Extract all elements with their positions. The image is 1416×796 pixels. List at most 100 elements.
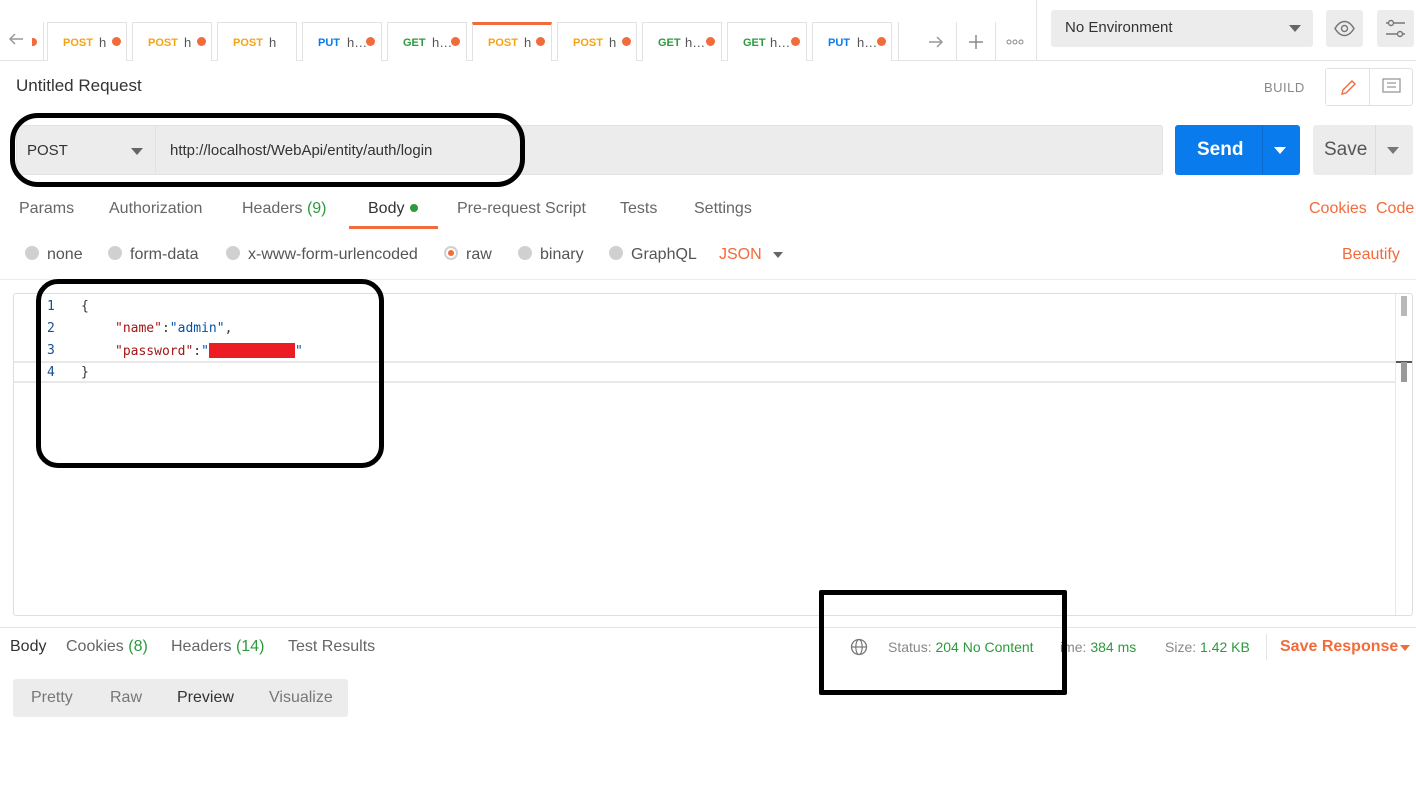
arrow-right-icon [929,36,944,48]
unsaved-dot-icon [112,37,121,46]
save-response-button[interactable]: Save Response [1280,638,1410,656]
view-pretty[interactable]: Pretty [31,689,73,707]
request-tab[interactable]: GET h… [727,22,807,61]
response-divider [0,627,1416,628]
response-tab-test-results[interactable]: Test Results [288,638,375,656]
body-type-binary-label: binary [540,246,584,263]
tab-url: h… [770,35,791,50]
request-tab-active[interactable]: POST h [472,22,552,61]
body-format-select[interactable]: JSON [719,246,783,264]
comments-button[interactable] [1370,69,1413,105]
response-tab-cookies[interactable]: Cookies (8) [66,638,148,656]
view-preview[interactable]: Preview [177,689,234,707]
send-divider [1262,125,1263,175]
body-type-graphql[interactable]: GraphQL [609,246,697,264]
send-button[interactable]: Send [1175,125,1300,175]
tab-method: GET [403,37,426,49]
response-tab-headers-label: Headers [171,638,232,655]
time-value[interactable]: 384 ms [1090,639,1136,655]
scrollbar-thumb[interactable] [1401,296,1407,316]
request-tab[interactable]: GET h… [387,22,467,61]
active-tab-underline [349,226,438,229]
manage-environments-button[interactable] [1377,10,1414,47]
unsaved-dot-icon [451,37,460,46]
save-options-chevron-icon[interactable] [1387,147,1399,154]
unsaved-dot-icon [32,38,37,46]
request-tab[interactable]: POST h [557,22,637,61]
sliders-icon [1386,19,1405,38]
beautify-link[interactable]: Beautify [1342,246,1400,264]
tab-prerequest-script[interactable]: Pre-request Script [457,200,586,218]
tab-method: GET [658,37,681,49]
save-button[interactable]: Save [1313,125,1413,175]
request-tab[interactable]: PUT h… [302,22,382,61]
radio-icon [518,246,532,260]
body-type-graphql-label: GraphQL [631,246,697,263]
save-label: Save [1324,139,1368,160]
body-type-raw[interactable]: raw [444,246,492,264]
chevron-down-icon [773,252,783,258]
tab-authorization[interactable]: Authorization [109,200,202,218]
tab-body[interactable]: Body [368,200,419,218]
tab-url: h [524,35,532,50]
send-options-chevron-icon[interactable] [1274,147,1286,154]
tab-url: h [609,35,617,50]
unsaved-dot-icon [622,37,631,46]
response-time: ime: 384 ms [1060,639,1136,655]
save-divider [1375,125,1376,175]
body-type-urlencoded-label: x-www-form-urlencoded [248,246,418,263]
editor-scrollbar[interactable] [1395,294,1412,615]
tab-method: PUT [318,37,340,49]
build-mode-button[interactable] [1326,69,1370,105]
unsaved-dot-icon [791,37,800,46]
save-response-label: Save Response [1280,638,1399,655]
tab-url: h [99,35,107,50]
tab-url: h… [857,35,878,50]
response-tab-headers[interactable]: Headers (14) [171,638,264,656]
code-link[interactable]: Code [1376,200,1414,218]
tab-settings[interactable]: Settings [694,200,752,218]
environment-select[interactable]: No Environment [1051,10,1313,47]
body-type-urlencoded[interactable]: x-www-form-urlencoded [226,246,418,264]
tab-options-button[interactable] [995,22,1033,61]
tab-url: h [184,35,192,50]
tab-headers-count: (9) [306,200,327,217]
request-tab[interactable]: POST h [47,22,127,61]
eye-icon [1334,20,1355,37]
chevron-down-icon [1400,645,1410,651]
request-tab[interactable]: POST h [217,22,297,61]
annotation-box-url [10,113,525,187]
unsaved-dot-icon [877,37,886,46]
tab-scroll-left-icon[interactable] [8,30,24,51]
tab-scroll-right-button[interactable] [918,22,954,61]
cookies-link[interactable]: Cookies [1309,200,1367,218]
new-tab-button[interactable] [956,22,995,61]
request-tab-bar: POST h POST h POST h PUT h… GET h… POST … [0,0,1036,61]
size-value[interactable]: 1.42 KB [1200,639,1250,655]
body-type-form-data[interactable]: form-data [108,246,198,264]
body-type-none[interactable]: none [25,246,83,264]
request-title[interactable]: Untitled Request [16,76,142,96]
size-label: Size: [1165,639,1197,655]
request-tab[interactable]: GET h… [642,22,722,61]
tab-url: h… [347,35,368,50]
body-type-binary[interactable]: binary [518,246,584,264]
tab-tests[interactable]: Tests [620,200,657,218]
tab-headers[interactable]: Headers (9) [242,200,327,218]
request-tab[interactable]: PUT h… [812,22,892,61]
tab-partial[interactable] [30,22,44,61]
environment-select-value: No Environment [1065,19,1173,36]
response-tab-body[interactable]: Body [10,638,46,656]
tab-headers-label: Headers [242,200,303,217]
unsaved-dot-icon [706,37,715,46]
view-visualize[interactable]: Visualize [269,689,333,707]
response-tab-cookies-count: (8) [128,638,148,655]
view-raw[interactable]: Raw [110,689,142,707]
request-tab[interactable]: POST h [132,22,212,61]
response-size: Size: 1.42 KB [1165,639,1250,655]
environment-quick-look-button[interactable] [1326,10,1363,47]
response-tab-cookies-label: Cookies [66,638,124,655]
chevron-down-icon [1289,25,1301,32]
tab-params[interactable]: Params [19,200,74,218]
annotation-box-body [36,279,384,468]
